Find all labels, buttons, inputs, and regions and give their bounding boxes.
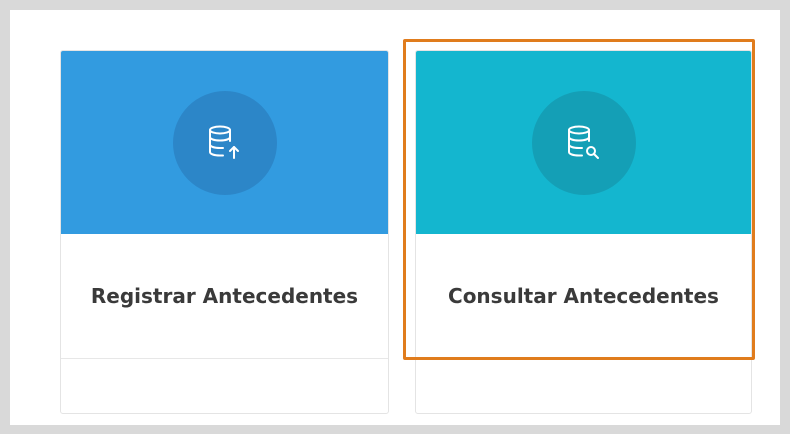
card-banner <box>61 51 388 234</box>
consultar-antecedentes-card[interactable]: Consultar Antecedentes <box>415 50 752 414</box>
registrar-antecedentes-card[interactable]: Registrar Antecedentes <box>60 50 389 414</box>
card-title: Registrar Antecedentes <box>90 284 359 308</box>
database-search-icon <box>567 125 599 159</box>
card-footer <box>61 358 388 413</box>
icon-circle <box>531 90 636 195</box>
card-banner <box>416 51 751 234</box>
icon-circle <box>172 90 277 195</box>
card-footer <box>416 358 751 413</box>
content-panel: Registrar Antecedentes Consultar Anteced… <box>10 10 780 425</box>
database-upload-icon <box>208 125 239 159</box>
card-title: Consultar Antecedentes <box>448 284 719 308</box>
